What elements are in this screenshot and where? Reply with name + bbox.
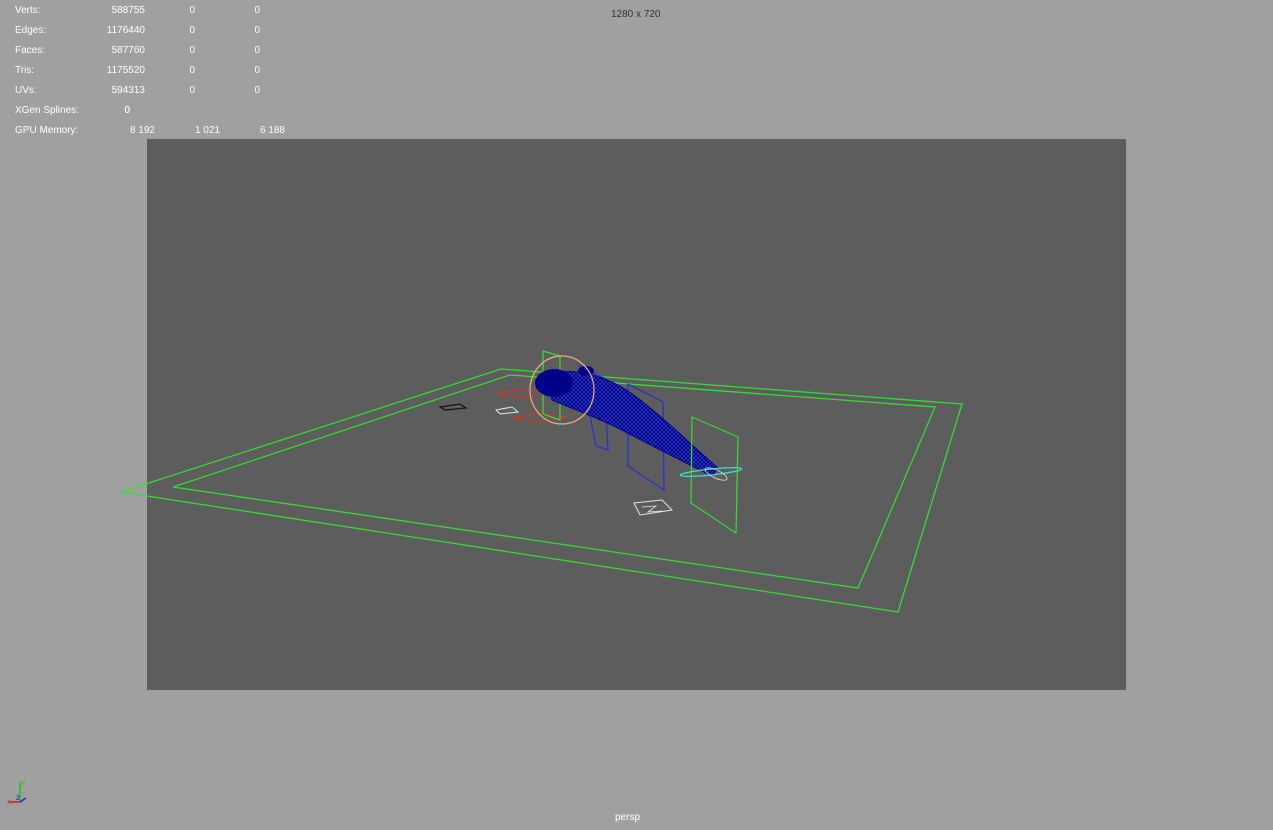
ground-plane-outer-outline[interactable] bbox=[120, 368, 963, 613]
ground-plane-inner-outline[interactable] bbox=[172, 374, 936, 589]
axis-x-label: x bbox=[7, 797, 11, 806]
locator-white-lower-inner bbox=[641, 505, 663, 513]
mesh-head[interactable] bbox=[535, 369, 573, 397]
scene-geometry[interactable] bbox=[0, 0, 1273, 830]
camera-name-label: persp bbox=[615, 812, 641, 823]
axis-z-label: z bbox=[16, 793, 20, 802]
locator-black[interactable] bbox=[438, 403, 468, 411]
locator-white[interactable] bbox=[494, 406, 520, 415]
locator-white-lower[interactable] bbox=[633, 499, 674, 516]
axis-gizmo-icon: x y z bbox=[7, 778, 27, 806]
maya-viewport[interactable]: Verts: 588755 0 0 Edges: 1176440 0 0 Fac… bbox=[0, 0, 1273, 830]
axis-y-label: y bbox=[21, 778, 25, 787]
